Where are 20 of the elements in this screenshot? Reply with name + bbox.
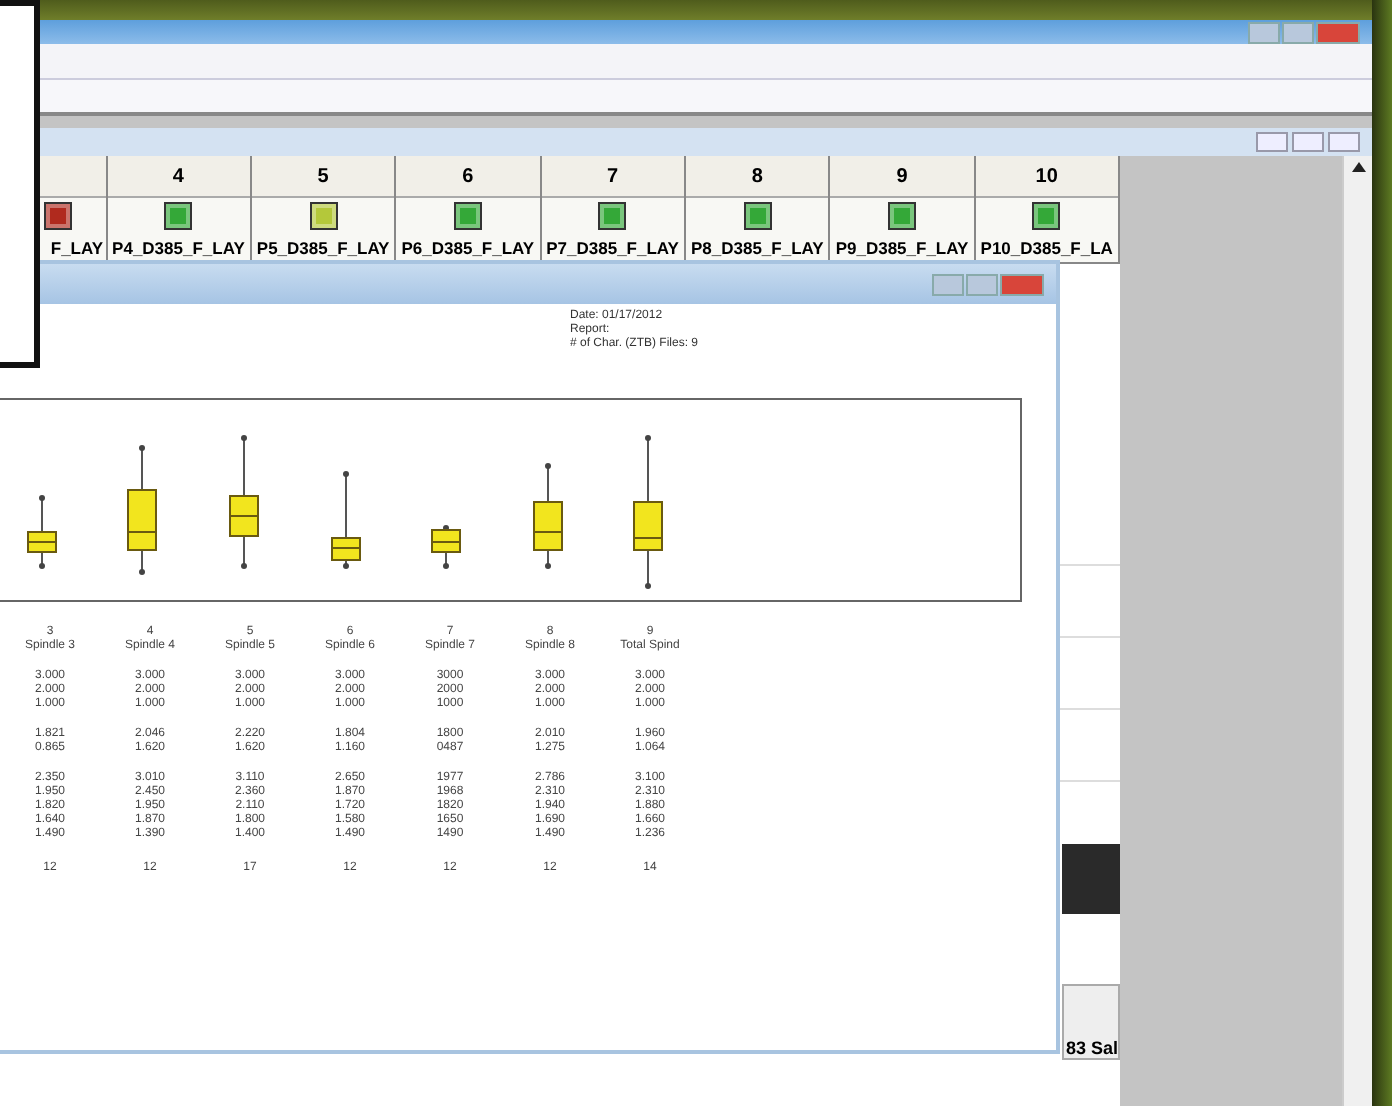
column-header: 8 bbox=[685, 156, 829, 198]
column-header: 4 bbox=[107, 156, 250, 198]
box-plot bbox=[533, 463, 563, 569]
box-plot bbox=[27, 495, 57, 569]
row-highlight bbox=[1062, 844, 1120, 914]
grid-button[interactable]: 83 Sal bbox=[1062, 984, 1120, 1060]
column-header: 5 bbox=[251, 156, 395, 198]
column-header: 9 bbox=[830, 156, 974, 198]
box-plot bbox=[127, 445, 157, 575]
table-cell: P10_D385_F_LA bbox=[975, 234, 1119, 264]
box-plot bbox=[331, 471, 361, 569]
report-window-buttons[interactable] bbox=[932, 273, 1044, 295]
scroll-up-arrow-icon[interactable] bbox=[1351, 162, 1365, 172]
column-header: 10 bbox=[975, 156, 1119, 198]
box-plot bbox=[229, 435, 259, 569]
box-plot bbox=[431, 525, 461, 569]
window-control-buttons[interactable] bbox=[1248, 21, 1360, 43]
scrollbar[interactable] bbox=[1342, 156, 1372, 1106]
column-header: 6 bbox=[396, 156, 540, 198]
column-header: 7 bbox=[541, 156, 684, 198]
